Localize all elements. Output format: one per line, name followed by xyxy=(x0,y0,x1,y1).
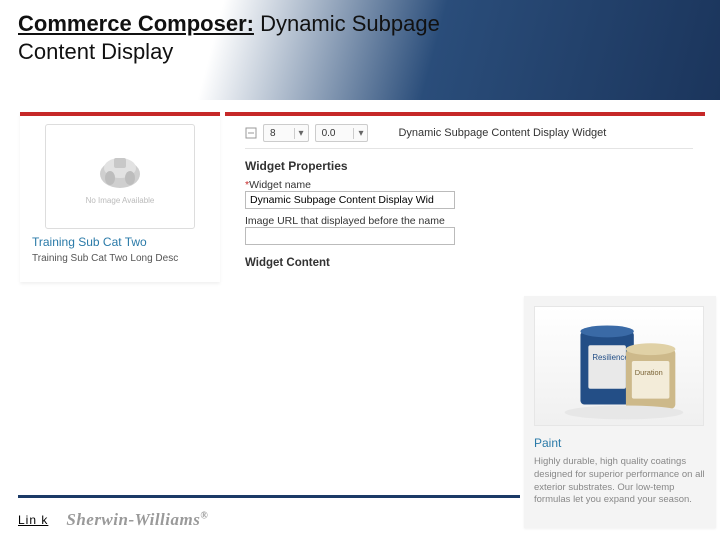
page-title: Commerce Composer: Dynamic Subpage Conte… xyxy=(18,10,498,65)
footer: Lin k Sherwin-Williams® xyxy=(18,510,208,530)
brand-logo: Sherwin-Williams® xyxy=(66,510,208,530)
widget-name-input[interactable] xyxy=(245,191,455,209)
select-a-value: 8 xyxy=(264,128,294,139)
paint-cans-icon: Resilience Duration xyxy=(535,305,703,425)
product-image: Resilience Duration xyxy=(534,306,704,426)
widget-header-text: Dynamic Subpage Content Display Widget xyxy=(374,127,693,139)
svg-text:Duration: Duration xyxy=(635,368,663,377)
product-card: Resilience Duration Paint Highly durable… xyxy=(524,296,716,528)
select-b[interactable]: 0.0 ▾ xyxy=(315,124,369,142)
product-desc: Highly durable, high quality coatings de… xyxy=(534,456,706,507)
title-bar: Commerce Composer: Dynamic Subpage Conte… xyxy=(0,0,720,100)
select-b-value: 0.0 xyxy=(316,128,354,139)
product-title[interactable]: Paint xyxy=(534,436,706,450)
widget-name-label: *Widget name xyxy=(245,179,693,191)
trademark-icon: ® xyxy=(200,510,208,521)
image-url-label: Image URL that displayed before the name xyxy=(245,215,693,227)
category-desc: Training Sub Cat Two Long Desc xyxy=(20,251,220,266)
widget-properties-title: Widget Properties xyxy=(245,159,693,173)
placeholder-icon xyxy=(92,148,148,196)
title-strong: Commerce Composer: xyxy=(18,11,254,36)
category-link[interactable]: Training Sub Cat Two xyxy=(20,233,220,251)
widget-content-title: Widget Content xyxy=(245,257,693,269)
select-a[interactable]: 8 ▾ xyxy=(263,124,309,142)
svg-text:Resilience: Resilience xyxy=(592,353,629,362)
no-image-placeholder: No Image Available xyxy=(45,124,195,229)
image-url-input[interactable] xyxy=(245,227,455,245)
widget-properties-panel: 8 ▾ 0.0 ▾ Dynamic Subpage Content Displa… xyxy=(225,112,705,282)
footer-divider xyxy=(18,495,520,498)
brand-name: Sherwin-Williams xyxy=(66,510,200,529)
properties-header-row: 8 ▾ 0.0 ▾ Dynamic Subpage Content Displa… xyxy=(245,124,693,149)
category-preview-card: No Image Available Training Sub Cat Two … xyxy=(20,112,220,282)
chevron-down-icon: ▾ xyxy=(294,128,308,139)
no-image-label: No Image Available xyxy=(86,196,155,205)
footer-link[interactable]: Lin k xyxy=(18,513,48,527)
collapse-icon[interactable] xyxy=(245,127,257,139)
chevron-down-icon: ▾ xyxy=(353,128,367,139)
